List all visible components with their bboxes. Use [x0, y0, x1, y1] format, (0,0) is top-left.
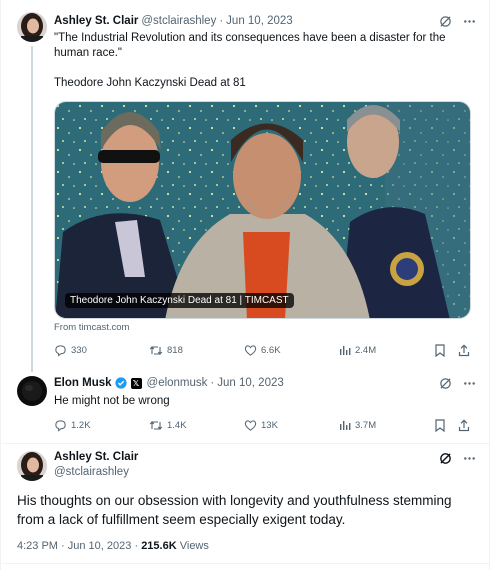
tweet-text-line: "The Industrial Revolution and its conse…	[54, 32, 446, 44]
views-count: 3.7M	[355, 419, 377, 431]
card-caption: Theodore John Kaczynski Dead at 81 | TIM…	[65, 293, 294, 308]
like-icon	[244, 344, 257, 357]
like-button[interactable]: 13K	[244, 419, 278, 432]
tweet-text-line: His thoughts on our obsession with longe…	[17, 493, 452, 508]
divider	[1, 443, 490, 444]
reply-button[interactable]: 1.2K	[54, 419, 91, 432]
bookmark-icon	[434, 344, 446, 357]
tweet-metadata: 4:23 PM · Jun 10, 2023 · 215.6K Views	[17, 540, 209, 552]
tweet-date[interactable]: Jun 10, 2023	[226, 15, 293, 27]
views-icon	[339, 344, 351, 356]
grok-icon[interactable]	[438, 451, 452, 465]
share-button[interactable]	[458, 344, 470, 357]
repost-button[interactable]: 818	[149, 344, 183, 357]
views-button[interactable]: 2.4M	[339, 344, 376, 356]
verified-badge-icon	[114, 377, 127, 389]
repost-count: 818	[167, 345, 183, 356]
x-affiliate-icon[interactable]: 𝕏	[130, 377, 142, 389]
author-handle[interactable]: @stclairashley	[141, 15, 216, 27]
tweet-thread: Ashley St. Clair @stclairashley · Jun 10…	[0, 0, 490, 570]
share-icon	[458, 419, 470, 432]
views-count: 215.6K	[141, 540, 177, 552]
tweet-date[interactable]: Jun 10, 2023	[217, 377, 284, 389]
author-name[interactable]: Ashley St. Clair	[54, 451, 138, 463]
grok-icon[interactable]	[438, 14, 452, 28]
reply-count: 330	[71, 345, 87, 356]
reply-icon	[54, 344, 67, 357]
thread-line	[31, 46, 33, 372]
views-button[interactable]: 3.7M	[339, 419, 376, 431]
avatar-ashley[interactable]	[17, 12, 47, 42]
author-name[interactable]: Elon Musk	[54, 377, 112, 389]
share-icon	[458, 344, 470, 357]
more-icon[interactable]	[462, 451, 476, 465]
share-button[interactable]	[458, 419, 470, 432]
views-count: 2.4M	[355, 344, 377, 356]
repost-icon	[149, 419, 163, 432]
divider	[1, 563, 490, 564]
card-source[interactable]: From timcast.com	[54, 322, 129, 333]
tweet-text-line: from a lack of fulfillment seem especial…	[17, 512, 346, 527]
tweet-headline: Theodore John Kaczynski Dead at 81	[54, 77, 246, 89]
tweet-time[interactable]: 4:23 PM	[17, 540, 58, 552]
reply-button[interactable]: 330	[54, 344, 87, 357]
more-icon[interactable]	[462, 376, 476, 390]
tweet-top-actions	[438, 449, 476, 467]
grok-icon[interactable]	[438, 376, 452, 390]
separator: ·	[61, 540, 68, 552]
like-icon	[244, 419, 257, 432]
tweet-header: Ashley St. Clair @stclairashley · Jun 10…	[54, 12, 293, 30]
more-icon[interactable]	[462, 14, 476, 28]
avatar-elon[interactable]	[17, 376, 47, 406]
views-icon	[339, 419, 351, 431]
repost-count: 1.4K	[167, 420, 187, 431]
card-photo	[55, 102, 470, 318]
tweet-header: Elon Musk 𝕏 @elonmusk · Jun 10, 2023	[54, 374, 284, 392]
reply-icon	[54, 419, 67, 432]
separator: ·	[210, 377, 215, 389]
tweet-top-actions	[438, 12, 476, 30]
tweet-text: He might not be wrong	[54, 395, 170, 407]
like-button[interactable]: 6.6K	[244, 344, 281, 357]
main-tweet-text: His thoughts on our obsession with longe…	[17, 491, 467, 529]
link-card-image[interactable]: Theodore John Kaczynski Dead at 81 | TIM…	[54, 101, 471, 319]
author-handle[interactable]: @elonmusk	[147, 377, 208, 389]
bookmark-icon	[434, 419, 446, 432]
tweet-actions: 1.2K 1.4K 13K 3.7M	[54, 419, 471, 435]
bookmark-button[interactable]	[434, 419, 446, 432]
bookmark-button[interactable]	[434, 344, 446, 357]
tweet-top-actions	[438, 374, 476, 392]
separator: ·	[219, 15, 224, 27]
repost-button[interactable]: 1.4K	[149, 419, 187, 432]
views-label: Views	[179, 540, 209, 552]
reply-count: 1.2K	[71, 420, 91, 431]
avatar-ashley[interactable]	[17, 451, 47, 481]
tweet-actions: 330 818 6.6K 2.4M	[54, 344, 471, 360]
tweet-text: "The Industrial Revolution and its conse…	[54, 31, 474, 61]
tweet-date[interactable]: Jun 10, 2023	[68, 540, 132, 552]
author-handle[interactable]: @stclairashley	[54, 466, 129, 478]
tweet-text-line: human race."	[54, 47, 123, 59]
like-count: 13K	[261, 420, 278, 431]
repost-icon	[149, 344, 163, 357]
like-count: 6.6K	[261, 345, 281, 356]
author-name[interactable]: Ashley St. Clair	[54, 15, 138, 27]
